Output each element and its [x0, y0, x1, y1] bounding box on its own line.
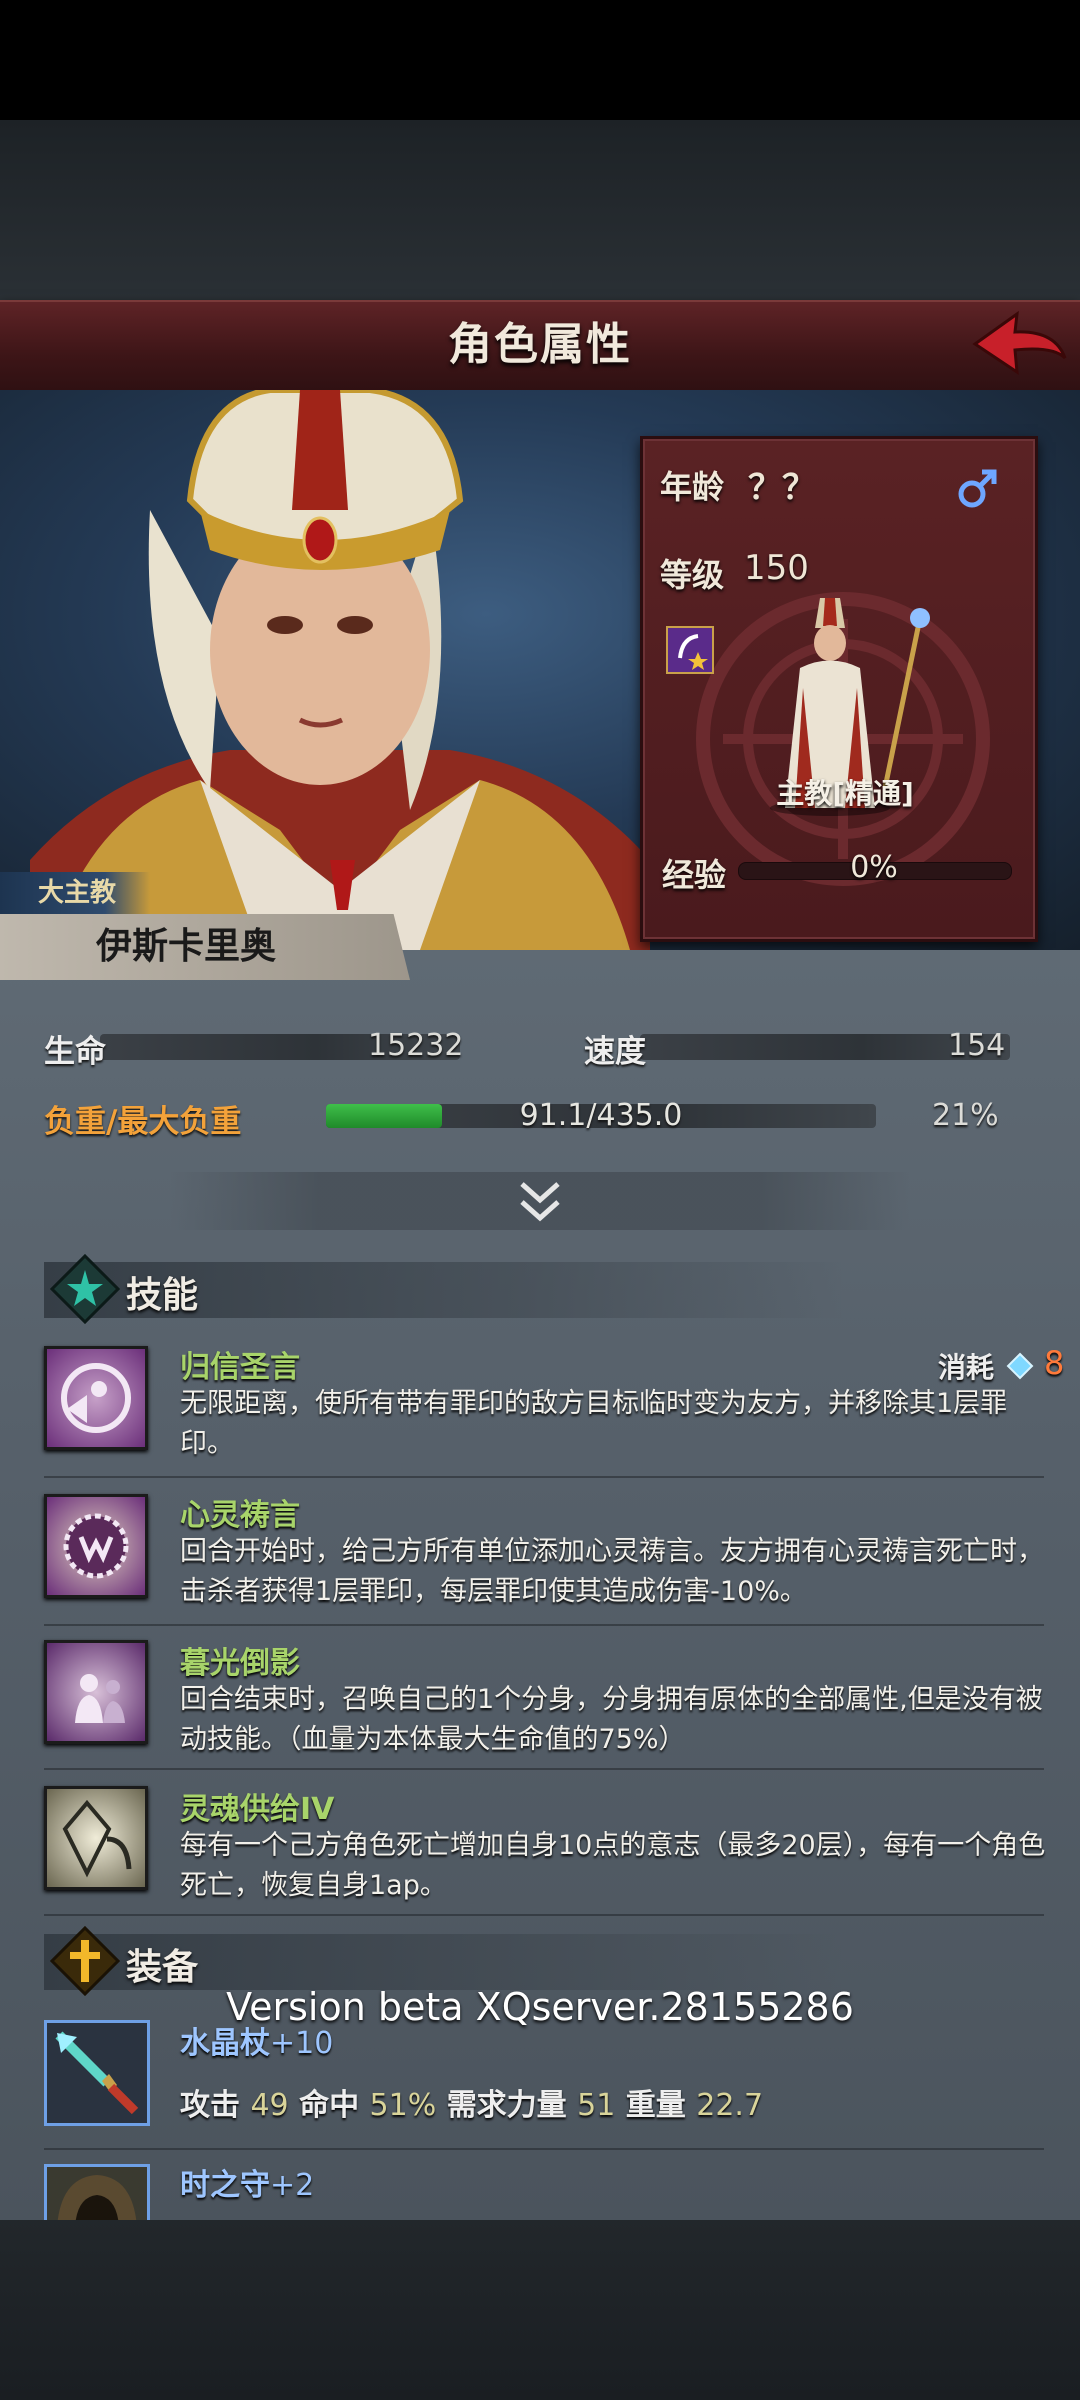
divider: [44, 1768, 1044, 1770]
back-arrow-icon: [972, 310, 1067, 375]
gem-icon: [1006, 1352, 1034, 1384]
hp-label: 生命: [44, 1034, 106, 1070]
exp-label: 经验: [662, 856, 727, 894]
skill-name: 归信圣言: [180, 1350, 300, 1385]
class-name: 主教[精通]: [776, 777, 914, 810]
page-title: 角色属性: [448, 319, 632, 370]
soul-supply-skill-icon[interactable]: [44, 1786, 148, 1890]
top-background: [0, 120, 1080, 300]
speed-value: 154: [948, 1028, 1006, 1063]
skill-star-icon: [49, 1253, 121, 1328]
character-title: 大主教: [0, 872, 150, 914]
weight-value: 22.7: [696, 2088, 764, 2123]
character-name: 伊斯卡里奥: [96, 926, 277, 967]
weight-label: 重量: [625, 2088, 686, 2123]
twilight-reflection-skill-icon[interactable]: [44, 1640, 148, 1744]
cost-value: 8: [1044, 1344, 1065, 1382]
hp-value: 15232: [368, 1028, 464, 1063]
equipment-level: +10: [270, 2026, 334, 2061]
skills-section-title: 技能: [126, 1275, 199, 1316]
equipment-name: 水晶杖+10: [180, 2018, 333, 2062]
attack-value: 49: [250, 2088, 289, 2123]
equipment-name-text: 水晶杖: [180, 2026, 270, 2061]
load-percent: 21%: [932, 1098, 999, 1133]
expand-stats-button[interactable]: [170, 1172, 910, 1230]
version-watermark: Version beta XQserver.28155286: [226, 1985, 854, 2029]
mind-prayer-skill-icon[interactable]: [44, 1494, 148, 1598]
skill-name: 心灵祷言: [180, 1498, 300, 1533]
class-rank-icon[interactable]: [666, 626, 714, 674]
status-bar-area: [0, 0, 1080, 120]
divider: [44, 1476, 1044, 1478]
divider: [44, 1624, 1044, 1626]
speed-label: 速度: [584, 1034, 646, 1070]
crystal-staff-slot[interactable]: [44, 2020, 150, 2126]
load-value: 91.1/435.0: [519, 1098, 683, 1133]
equipment-name-text: 时之守: [180, 2168, 270, 2203]
level-label: 等级: [660, 556, 725, 594]
equipment-level: +2: [270, 2168, 315, 2203]
character-portrait: [30, 387, 650, 950]
conversion-skill-icon[interactable]: [44, 1346, 148, 1450]
equipment-stats: 攻击 49 命中 51% 需求力量 51 重量 22.7: [180, 2080, 763, 2124]
divider: [44, 2148, 1044, 2150]
requirement-value: 51: [577, 2088, 616, 2123]
skill-description: 无限距离，使所有带有罪印的敌方目标临时变为友方，并移除其1层罪印。: [180, 1388, 1008, 1459]
divider: [44, 1914, 1044, 1916]
skill-name: 灵魂供给IV: [180, 1792, 335, 1827]
level-value: 150: [744, 548, 809, 588]
skill-description: 回合开始时，给己方所有单位添加心灵祷言。友方拥有心灵祷言死亡时，击杀者获得1层罪…: [180, 1536, 1044, 1607]
chevron-down-icon: [520, 1182, 560, 1222]
male-gender-icon: [956, 466, 1000, 514]
skill-name: 暮光倒影: [180, 1646, 300, 1681]
hit-value: 51%: [369, 2088, 437, 2123]
skill-description: 回合结束时，召唤自己的1个分身，分身拥有原体的全部属性,但是没有被动技能。（血量…: [180, 1684, 1043, 1755]
back-button[interactable]: [965, 300, 1075, 388]
star-icon: [678, 634, 708, 670]
attack-label: 攻击: [180, 2088, 240, 2123]
hood-icon: [57, 2175, 137, 2220]
exp-value: 0%: [850, 850, 898, 885]
equipment-name: 时之守+2: [180, 2160, 314, 2204]
crystal-staff-icon: [55, 2031, 139, 2115]
requirement-label: 需求力量: [446, 2088, 567, 2123]
time-guard-slot[interactable]: [44, 2164, 150, 2220]
age-value: ？？: [748, 468, 816, 508]
load-label: 负重/最大负重: [44, 1104, 242, 1140]
equipment-section-title: 装备: [126, 1947, 199, 1988]
cost-label: 消耗: [938, 1351, 995, 1384]
skill-description: 每有一个己方角色死亡增加自身10点的意志（最多20层），每有一个角色死亡，恢复自…: [180, 1830, 1046, 1901]
age-label: 年龄: [660, 468, 725, 506]
bottom-background: [0, 2220, 1080, 2400]
hit-label: 命中: [299, 2088, 360, 2123]
